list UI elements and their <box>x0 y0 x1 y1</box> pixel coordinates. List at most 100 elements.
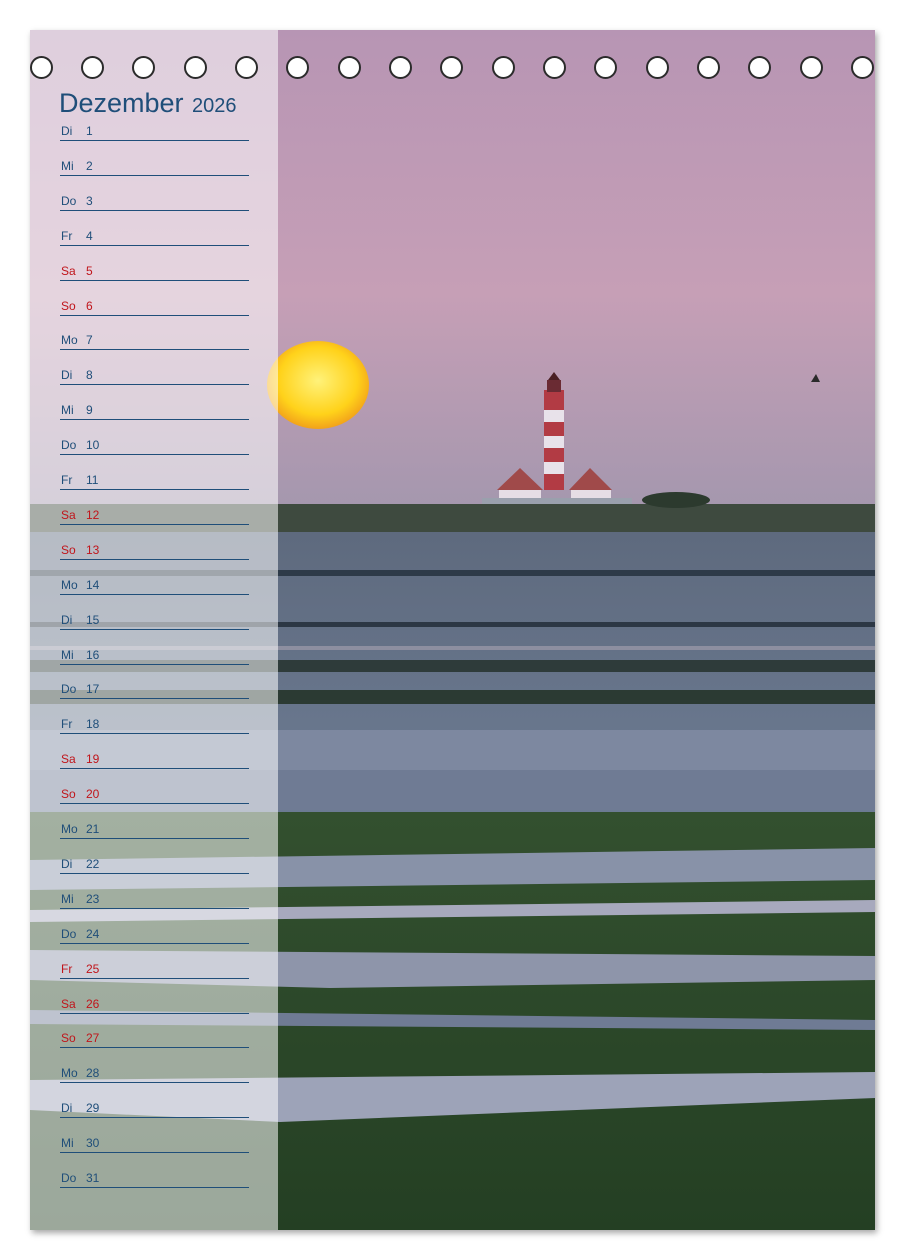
weekday-label: Mi <box>61 647 74 662</box>
day-row: So 6 <box>60 298 249 316</box>
day-number: 3 <box>86 193 93 208</box>
binding-ring <box>697 56 720 79</box>
day-row: Fr 4 <box>60 228 249 246</box>
day-row: Sa 19 <box>60 752 249 770</box>
day-row: Mi 23 <box>60 891 249 909</box>
binding-ring <box>30 56 53 79</box>
day-row: Mo 21 <box>60 822 249 839</box>
day-row: Fr 11 <box>60 473 249 490</box>
day-row: Di 1 <box>60 124 249 141</box>
weekday-label: Sa <box>61 752 76 767</box>
weekday-label: Do <box>61 438 77 453</box>
day-number: 6 <box>86 298 93 313</box>
weekday-label: Fr <box>61 228 73 243</box>
binding-ring <box>800 56 823 79</box>
binding-ring <box>492 56 515 79</box>
weekday-label: Mo <box>61 822 78 836</box>
weekday-label: Di <box>61 856 73 871</box>
day-row: Fr 18 <box>60 717 249 735</box>
weekday-label: Mo <box>61 1066 78 1081</box>
day-row: Do 3 <box>60 193 249 211</box>
weekday-label: So <box>61 1031 76 1046</box>
weekday-label: Mi <box>61 1136 74 1151</box>
day-number: 25 <box>86 961 100 976</box>
weekday-label: Sa <box>61 263 76 278</box>
binding-ring <box>851 56 874 79</box>
day-number: 12 <box>86 507 100 522</box>
day-row: Mo 7 <box>60 333 249 351</box>
weekday-label: Do <box>61 682 77 697</box>
binding-ring <box>543 56 566 79</box>
day-number: 15 <box>86 612 100 627</box>
day-number: 28 <box>86 1066 100 1081</box>
month-title: Dezember 2026 <box>59 88 237 119</box>
day-number: 20 <box>86 787 100 802</box>
weekday-label: Sa <box>61 507 76 522</box>
day-row: Mi 16 <box>60 647 249 665</box>
calendar-page: Dezember 2026 Di 1 Mi 2 Do 3 Fr 4 Sa 5 So 6 Mo 7 Di 8 Mi… <box>30 30 875 1230</box>
binding-ring <box>440 56 463 79</box>
weekday-label: Mi <box>61 891 74 906</box>
day-row: Do 24 <box>60 926 249 944</box>
binding-ring <box>748 56 771 79</box>
binding-ring <box>338 56 361 79</box>
weekday-label: Do <box>61 1171 77 1185</box>
binding-ring <box>286 56 309 79</box>
weekday-label: Mo <box>61 577 78 592</box>
day-number: 10 <box>86 438 100 453</box>
day-row: So 27 <box>60 1031 249 1049</box>
day-number: 14 <box>86 577 100 592</box>
day-number: 4 <box>86 228 93 243</box>
day-number: 26 <box>86 996 100 1011</box>
day-number: 5 <box>86 263 93 278</box>
binding-ring <box>132 56 155 79</box>
day-row: Di 15 <box>60 612 249 630</box>
day-number: 9 <box>86 403 93 418</box>
weekday-label: Fr <box>61 473 73 487</box>
day-row: Do 17 <box>60 682 249 700</box>
day-row: So 20 <box>60 787 249 805</box>
day-number: 19 <box>86 752 100 767</box>
weekday-label: So <box>61 787 76 802</box>
day-number: 29 <box>86 1101 100 1116</box>
weekday-label: Do <box>61 926 77 941</box>
binding-ring <box>184 56 207 79</box>
weekday-label: So <box>61 542 76 557</box>
day-row: Do 10 <box>60 438 249 456</box>
day-row: Mi 2 <box>60 158 249 176</box>
weekday-label: Sa <box>61 996 76 1011</box>
binding-ring <box>594 56 617 79</box>
day-row: Mi 30 <box>60 1136 249 1154</box>
day-number: 2 <box>86 158 93 173</box>
binding-ring <box>389 56 412 79</box>
day-row: Sa 12 <box>60 507 249 525</box>
day-number: 8 <box>86 368 93 383</box>
spiral-binding <box>30 30 875 90</box>
day-row: Di 22 <box>60 856 249 874</box>
day-number: 22 <box>86 856 100 871</box>
weekday-label: Mi <box>61 158 74 173</box>
day-number: 30 <box>86 1136 100 1151</box>
binding-ring <box>646 56 669 79</box>
binding-ring <box>81 56 104 79</box>
weekday-label: Di <box>61 1101 73 1116</box>
weekday-label: Di <box>61 612 73 627</box>
day-number: 27 <box>86 1031 100 1046</box>
weekday-label: Fr <box>61 961 73 976</box>
day-number: 21 <box>86 822 100 836</box>
weekday-label: Fr <box>61 717 73 732</box>
weekday-label: Mo <box>61 333 78 348</box>
day-number: 11 <box>86 473 99 487</box>
day-row: Do 31 <box>60 1171 249 1188</box>
day-number: 1 <box>86 124 93 138</box>
day-number: 31 <box>86 1171 100 1185</box>
day-row: Mo 14 <box>60 577 249 595</box>
day-row: Mi 9 <box>60 403 249 421</box>
binding-ring <box>235 56 258 79</box>
day-row: Fr 25 <box>60 961 249 979</box>
day-row: So 13 <box>60 542 249 560</box>
day-row: Di 29 <box>60 1101 249 1119</box>
day-row: Mo 28 <box>60 1066 249 1084</box>
day-number: 18 <box>86 717 100 732</box>
weekday-label: Do <box>61 193 77 208</box>
